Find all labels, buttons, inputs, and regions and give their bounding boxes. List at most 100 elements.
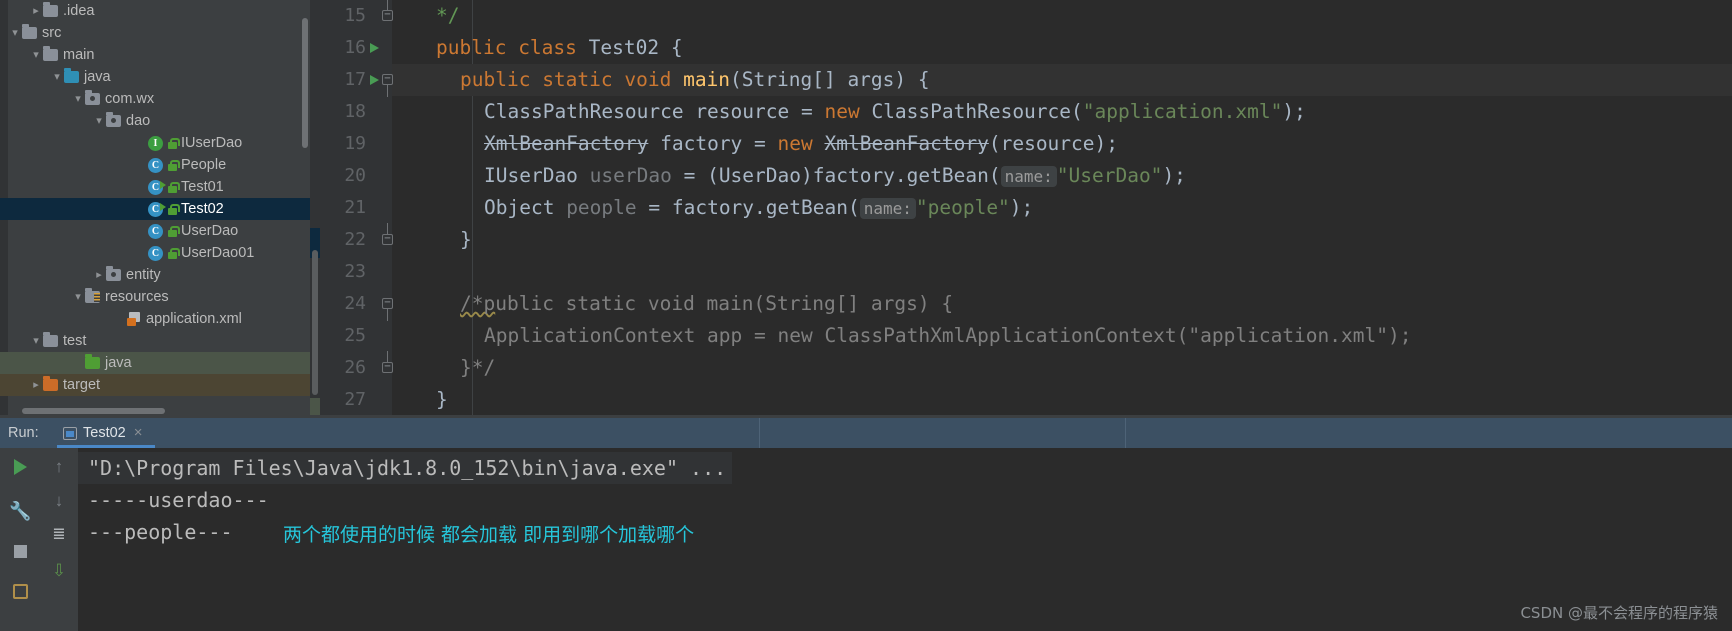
chevron-down-icon[interactable]: ▾ — [8, 22, 22, 44]
soft-wrap-icon[interactable]: ≣ — [48, 524, 70, 546]
tree-item--idea[interactable]: ▸ .idea — [0, 0, 310, 22]
tree-item-label: application.xml — [146, 311, 242, 328]
code-token: ClassPathResource( — [871, 100, 1083, 123]
code-line-24[interactable]: 24 ─ /*public static void main(String[] ar… — [344, 288, 1732, 321]
tree-item-application-xml[interactable]: application.xml — [0, 308, 310, 330]
code-line-22[interactable]: 22 ─} — [344, 223, 1732, 256]
tree-item-java[interactable]: java — [0, 352, 310, 374]
code-token: userDao — [589, 164, 672, 187]
public-lock-icon — [168, 159, 180, 171]
rerun-icon[interactable] — [9, 456, 31, 478]
code-line-15[interactable]: 15 ─ */ — [344, 0, 1732, 32]
stop-icon[interactable] — [9, 540, 31, 562]
tree-vertical-scrollbar[interactable] — [302, 18, 308, 148]
code-area[interactable]: 15 ─ */ 16 public class Test02 {17 ─ public st… — [344, 0, 1732, 416]
run-head-cell-2 — [760, 418, 1126, 448]
tree-item-label: test — [63, 333, 87, 350]
chevron-right-icon[interactable]: ▸ — [29, 374, 43, 396]
code-line-25[interactable]: 25 ApplicationContext app = new ClassPath… — [344, 320, 1732, 352]
code-token: XmlBeanFactory — [824, 132, 989, 155]
editor-marker-strip[interactable] — [310, 0, 320, 415]
tree-item-target[interactable]: ▸ target — [0, 374, 310, 396]
idea-window: ▸ .idea ▾ src ▾ main ▾ java ▾ com.wx ▾ dao I IUserDao… — [0, 0, 1732, 631]
tree-item-userdao01[interactable]: C UserDao01 — [0, 242, 310, 264]
runnable-class-icon: C — [148, 201, 166, 217]
code-line-27[interactable]: 27} — [344, 384, 1732, 416]
interface-icon: I — [148, 135, 163, 151]
fold-collapse-icon[interactable]: ─ — [382, 298, 393, 309]
code-editor[interactable]: 15 ─ */ 16 public class Test02 {17 ─ public st… — [310, 0, 1732, 415]
code-line-19[interactable]: 19 XmlBeanFactory factory = new XmlBeanFa… — [344, 128, 1732, 160]
export-icon[interactable]: ⇩ — [48, 560, 70, 582]
chevron-down-icon[interactable]: ▾ — [29, 44, 43, 66]
tree-item-test01[interactable]: C Test01 — [0, 176, 310, 198]
tree-item-people[interactable]: C People — [0, 154, 310, 176]
tree-horizontal-scrollbar[interactable] — [22, 408, 165, 414]
code-token: Test02 { — [588, 36, 683, 59]
package-icon — [106, 266, 121, 282]
project-tree-panel[interactable]: ▸ .idea ▾ src ▾ main ▾ java ▾ com.wx ▾ dao I IUserDao… — [0, 0, 310, 415]
fold-end-icon[interactable]: ─ — [382, 10, 393, 21]
tree-item-dao[interactable]: ▾ dao — [0, 110, 310, 132]
watermark: CSDN @最不会程序的程序猿 — [1520, 604, 1718, 622]
fold-end-icon[interactable]: ─ — [382, 362, 393, 373]
run-toolbar-left[interactable]: 🔧 — [0, 448, 40, 631]
fold-end-icon[interactable]: ─ — [382, 234, 393, 245]
chevron-down-icon[interactable]: ▾ — [29, 330, 43, 352]
tree-item-label: UserDao — [181, 223, 239, 240]
tree-item-test[interactable]: ▾ test — [0, 330, 310, 352]
run-toolbar-left-2[interactable]: ↑ ↓ ≣ ⇩ — [40, 448, 78, 631]
run-tab-test02[interactable]: Test02 × — [55, 418, 151, 448]
scroll-down-icon[interactable]: ↓ — [48, 490, 70, 512]
camera-icon[interactable] — [9, 580, 31, 602]
tree-item-src[interactable]: ▾ src — [0, 22, 310, 44]
tree-item-label: src — [42, 25, 62, 42]
code-line-20[interactable]: 20 IUserDao userDao = (UserDao)factory.ge… — [344, 160, 1732, 192]
code-token: = factory.getBean( — [636, 196, 860, 219]
chevron-down-icon[interactable]: ▾ — [71, 88, 85, 110]
tree-item-com-wx[interactable]: ▾ com.wx — [0, 88, 310, 110]
wrench-icon[interactable]: 🔧 — [9, 500, 31, 522]
code-token: */ — [436, 4, 460, 27]
tree-item-label: java — [105, 355, 132, 372]
tree-item-iuserdao[interactable]: I IUserDao — [0, 132, 310, 154]
code-line-16[interactable]: 16 public class Test02 { — [344, 32, 1732, 64]
code-token: IUserDao — [484, 164, 590, 187]
code-line-26[interactable]: 26 ─}*/ — [344, 351, 1732, 384]
tree-item-java[interactable]: ▾ java — [0, 66, 310, 88]
package-icon — [85, 90, 100, 106]
chevron-down-icon[interactable]: ▾ — [71, 286, 85, 308]
code-line-21[interactable]: 21 Object people = factory.getBean(name: "… — [344, 192, 1732, 224]
close-icon[interactable]: × — [134, 424, 143, 441]
run-gutter-icon[interactable] — [370, 43, 379, 53]
scroll-up-icon[interactable]: ↑ — [48, 456, 70, 478]
folder-icon — [22, 24, 37, 40]
code-token: "application.xml" — [1082, 100, 1283, 123]
code-token: ublic static void main(String[] args) { — [495, 292, 954, 315]
line-number: 25 — [344, 325, 366, 346]
run-tool-window[interactable]: Run: Test02 × 🔧 ↑ ↓ ≣ ⇩ "D:\Program Files… — [0, 415, 1732, 631]
tree-item-main[interactable]: ▾ main — [0, 44, 310, 66]
tree-item-label: target — [63, 377, 101, 394]
source-folder-icon — [64, 68, 79, 84]
tree-item-label: Test02 — [181, 201, 224, 218]
fold-collapse-icon[interactable]: ─ — [382, 74, 393, 85]
editor-vertical-scrollbar[interactable] — [312, 250, 318, 395]
code-token: = (UserDao)factory.getBean( — [671, 164, 1001, 187]
chevron-right-icon[interactable]: ▸ — [92, 264, 106, 286]
tree-item-entity[interactable]: ▸ entity — [0, 264, 310, 286]
chevron-down-icon[interactable]: ▾ — [92, 110, 106, 132]
code-token: "people" — [915, 196, 1010, 219]
public-lock-icon — [168, 247, 180, 259]
run-gutter-icon[interactable] — [370, 75, 379, 85]
tree-item-test02[interactable]: C Test02 — [0, 198, 310, 220]
chevron-right-icon[interactable]: ▸ — [29, 0, 43, 22]
code-token: main — [683, 68, 731, 91]
tree-item-userdao[interactable]: C UserDao — [0, 220, 310, 242]
tree-item-resources[interactable]: ▾ resources — [0, 286, 310, 308]
chevron-down-icon[interactable]: ▾ — [50, 66, 64, 88]
code-line-17[interactable]: 17 ─ public static void main(String[] args… — [344, 64, 1732, 97]
code-line-23[interactable]: 23 — [344, 256, 1732, 288]
code-token: class — [518, 36, 589, 59]
code-line-18[interactable]: 18 ClassPathResource resource = new Class… — [344, 96, 1732, 128]
